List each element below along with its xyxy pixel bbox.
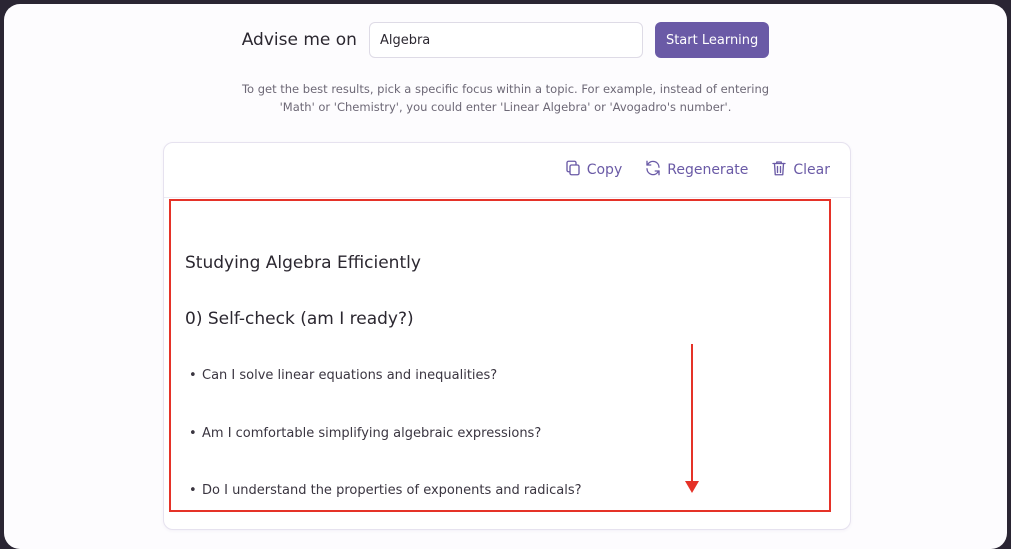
prompt-label: Advise me on (241, 30, 357, 50)
hint-line-1: To get the best results, pick a specific… (241, 82, 770, 96)
clear-button[interactable]: Clear (770, 159, 830, 181)
copy-label: Copy (586, 162, 623, 178)
scroll-arrow-line (691, 344, 693, 482)
hint-line-2: 'Math' or 'Chemistry', you could enter '… (279, 100, 732, 114)
card-toolbar: Copy Regenerate Clear (164, 143, 850, 198)
copy-button[interactable]: Copy (564, 159, 623, 181)
trash-icon (770, 159, 788, 181)
copy-icon (564, 159, 582, 181)
clear-label: Clear (793, 162, 830, 178)
advice-title: Studying Algebra Efficiently (185, 253, 421, 273)
regenerate-label: Regenerate (667, 162, 749, 178)
list-item: Can I solve linear equations and inequal… (189, 368, 497, 383)
topic-input[interactable] (368, 22, 643, 58)
scroll-arrow-head (685, 481, 699, 493)
list-item: Am I comfortable simplifying algebraic e… (189, 426, 541, 441)
section-heading: 0) Self-check (am I ready?) (185, 309, 414, 329)
app-window: Advise me on Start Learning To get the b… (4, 4, 1007, 549)
list-item: Do I understand the properties of expone… (189, 483, 581, 498)
start-learning-button[interactable]: Start Learning (654, 22, 770, 58)
result-card: Copy Regenerate Clear Studying Algebra E… (163, 142, 851, 530)
refresh-icon (644, 159, 662, 181)
regenerate-button[interactable]: Regenerate (644, 159, 748, 181)
topic-bar: Advise me on Start Learning (4, 18, 1007, 62)
hint-text: To get the best results, pick a specific… (4, 80, 1007, 116)
